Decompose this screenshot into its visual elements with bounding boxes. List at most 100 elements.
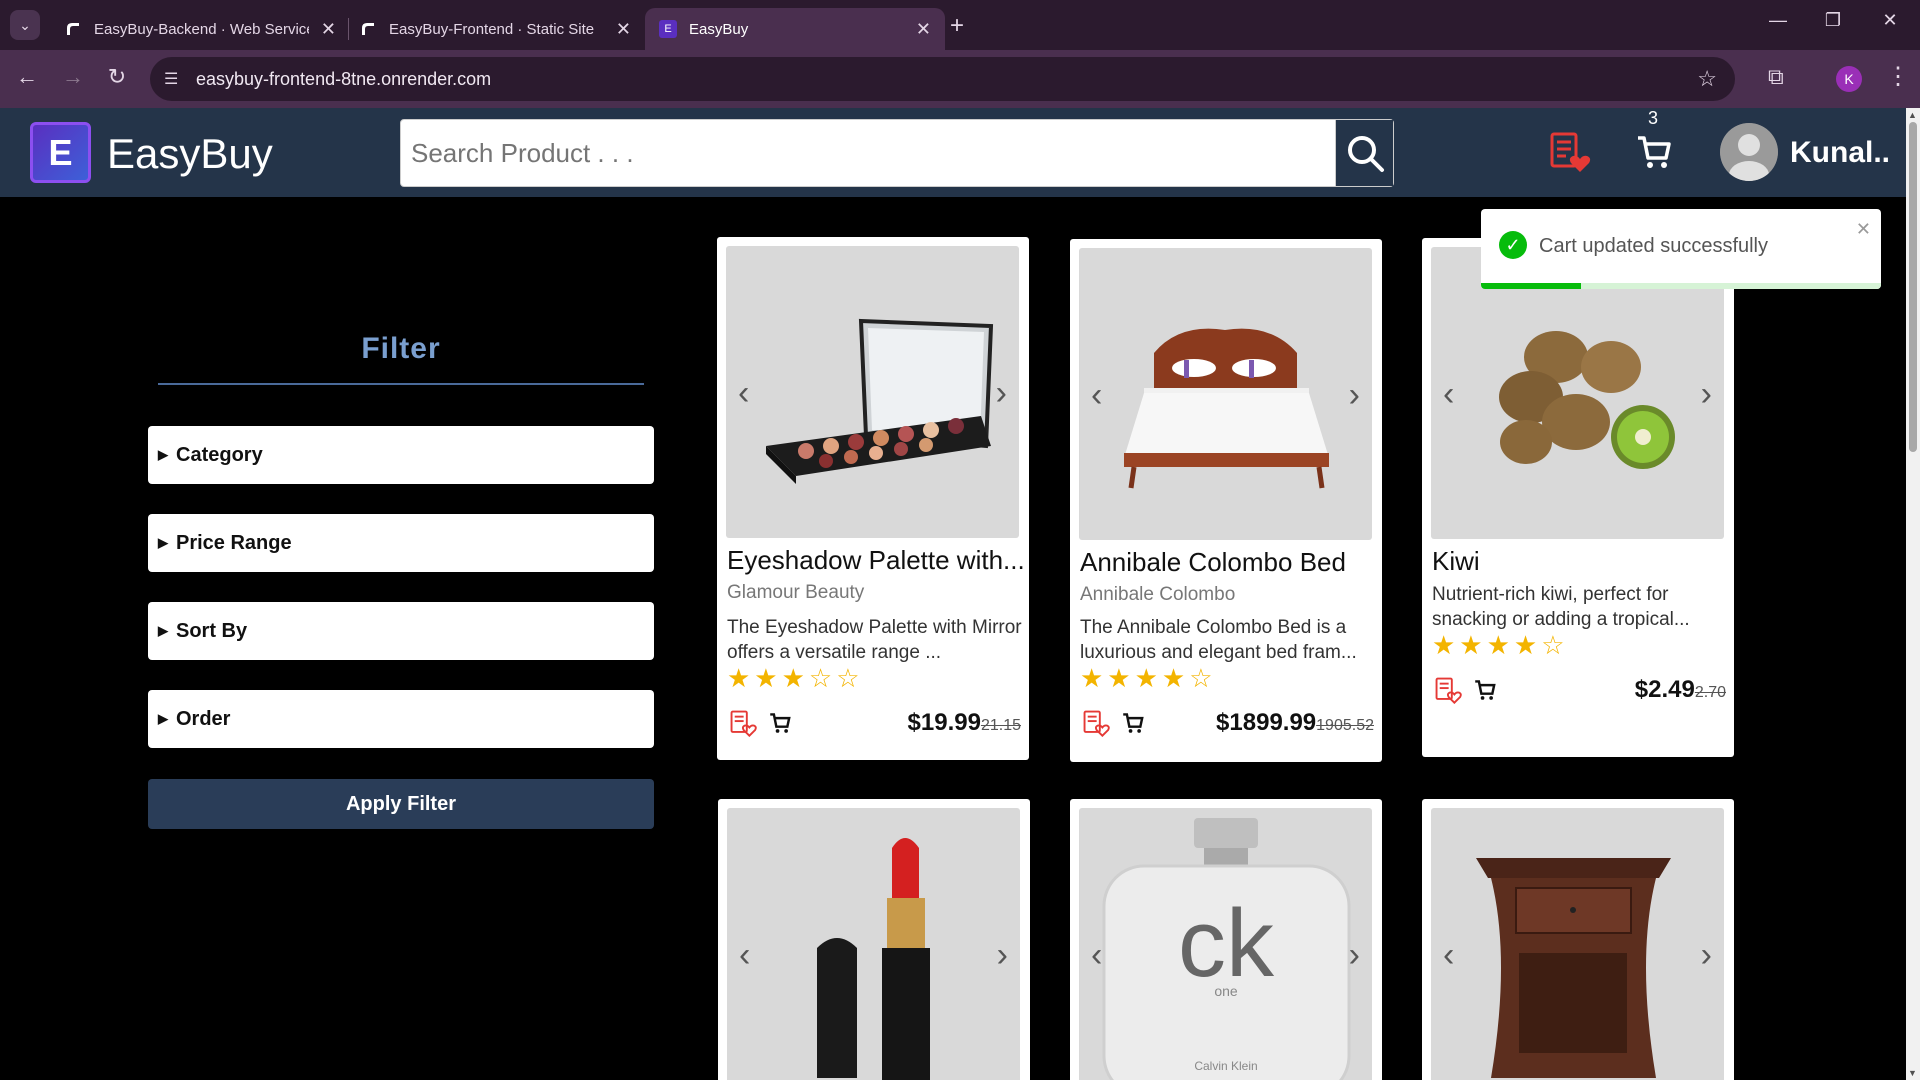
render-favicon-icon bbox=[359, 20, 377, 38]
product-card[interactable]: ‹ › Annibale Colombo Bed Annibale Colomb… bbox=[1070, 239, 1382, 762]
toast-progress-bar bbox=[1481, 283, 1581, 289]
original-price: 1905.52 bbox=[1316, 717, 1374, 734]
restore-icon[interactable]: ❐ bbox=[1813, 10, 1853, 31]
tab-title: EasyBuy-Backend · Web Service bbox=[94, 20, 309, 38]
apply-filter-button[interactable]: Apply Filter bbox=[148, 779, 654, 829]
tab-search-chevron-icon[interactable]: ⌄ bbox=[10, 10, 40, 40]
product-card[interactable]: ‹ › bbox=[1422, 799, 1734, 1080]
carousel-next-icon[interactable]: › bbox=[997, 936, 1008, 975]
close-window-icon[interactable]: ✕ bbox=[1870, 10, 1910, 31]
bookmark-star-icon[interactable]: ☆ bbox=[1697, 66, 1717, 92]
close-tab-icon[interactable]: ✕ bbox=[321, 19, 336, 40]
search-bar bbox=[400, 119, 1394, 187]
search-input[interactable] bbox=[411, 120, 1331, 186]
carousel-next-icon[interactable]: › bbox=[996, 374, 1007, 413]
rating-stars: ★★★★☆ bbox=[1080, 663, 1217, 693]
product-image-eyeshadow: ‹ › bbox=[726, 246, 1019, 538]
carousel-next-icon[interactable]: › bbox=[1349, 376, 1360, 415]
close-tab-icon[interactable]: ✕ bbox=[916, 19, 931, 40]
filter-title: Filter bbox=[361, 332, 441, 365]
address-bar[interactable]: ☰ easybuy-frontend-8tne.onrender.com ☆ bbox=[150, 57, 1735, 101]
toast-notification: ✓ Cart updated successfully ✕ bbox=[1481, 209, 1881, 289]
scroll-up-icon[interactable]: ▲ bbox=[1908, 110, 1917, 120]
add-to-cart-icon[interactable] bbox=[769, 712, 791, 739]
tab-title: EasyBuy bbox=[689, 20, 749, 38]
toast-close-icon[interactable]: ✕ bbox=[1856, 219, 1871, 240]
toast-progress-track bbox=[1481, 283, 1881, 289]
browser-tab-backend[interactable]: EasyBuy-Backend · Web Service ✕ bbox=[50, 8, 350, 50]
product-card[interactable]: ck one Calvin Klein ‹ › bbox=[1070, 799, 1382, 1080]
add-to-cart-icon[interactable] bbox=[1474, 679, 1496, 706]
carousel-prev-icon[interactable]: ‹ bbox=[1091, 936, 1102, 975]
page-scrollbar[interactable]: ▲ ▼ bbox=[1906, 108, 1920, 1080]
product-card[interactable]: ‹ › Kiwi Nutrient-rich kiwi, perfect for… bbox=[1422, 238, 1734, 757]
product-name[interactable]: Eyeshadow Palette with... bbox=[727, 545, 1025, 576]
rating-stars: ★★★★☆ bbox=[1432, 630, 1569, 660]
cart-icon[interactable] bbox=[1636, 134, 1672, 175]
browser-toolbar: ← → ↻ ☰ easybuy-frontend-8tne.onrender.c… bbox=[0, 50, 1920, 108]
tab-title: EasyBuy-Frontend · Static Site bbox=[389, 20, 595, 38]
new-tab-plus-icon[interactable]: + bbox=[950, 12, 964, 40]
carousel-next-icon[interactable]: › bbox=[1701, 375, 1712, 414]
current-price: $19.99 bbox=[907, 709, 981, 736]
current-price: $1899.99 bbox=[1216, 709, 1317, 736]
product-price: $19.9921.15 bbox=[908, 709, 1021, 737]
product-description: Nutrient-rich kiwi, perfect for snacking… bbox=[1432, 584, 1690, 630]
current-price: $2.49 bbox=[1634, 676, 1695, 703]
filter-label: Sort By bbox=[176, 619, 248, 642]
search-button[interactable] bbox=[1335, 120, 1393, 186]
browser-tab-frontend[interactable]: EasyBuy-Frontend · Static Site ✕ bbox=[345, 8, 645, 50]
add-to-wishlist-icon[interactable] bbox=[1434, 676, 1462, 709]
carousel-prev-icon[interactable]: ‹ bbox=[1443, 375, 1454, 414]
product-description: The Eyeshadow Palette with Mirror offers… bbox=[727, 617, 1022, 663]
carousel-next-icon[interactable]: › bbox=[1349, 936, 1360, 975]
site-settings-icon[interactable]: ☰ bbox=[164, 69, 178, 89]
add-to-wishlist-icon[interactable] bbox=[729, 709, 757, 742]
minimize-icon[interactable]: — bbox=[1758, 10, 1798, 31]
scrollbar-thumb[interactable] bbox=[1909, 122, 1917, 452]
product-description: The Annibale Colombo Bed is a luxurious … bbox=[1080, 617, 1357, 663]
add-to-cart-icon[interactable] bbox=[1122, 712, 1144, 739]
product-card[interactable]: ‹ › bbox=[718, 799, 1030, 1080]
product-name[interactable]: Annibale Colombo Bed bbox=[1080, 547, 1346, 578]
product-image-nightstand: ‹ › bbox=[1431, 808, 1724, 1080]
product-image-kiwi: ‹ › bbox=[1431, 247, 1724, 539]
back-arrow-icon[interactable]: ← bbox=[12, 64, 42, 90]
extensions-puzzle-icon[interactable]: ⧉ bbox=[1768, 64, 1784, 90]
carousel-prev-icon[interactable]: ‹ bbox=[1443, 936, 1454, 975]
filter-sort-by[interactable]: ▶ Sort By bbox=[148, 602, 654, 660]
browser-menu-icon[interactable]: ⋮ bbox=[1886, 62, 1910, 91]
wishlist-icon[interactable] bbox=[1548, 130, 1592, 179]
carousel-prev-icon[interactable]: ‹ bbox=[738, 374, 749, 413]
product-brand: Annibale Colombo bbox=[1080, 584, 1236, 605]
product-name[interactable]: Kiwi bbox=[1432, 546, 1480, 577]
filter-price-range[interactable]: ▶ Price Range bbox=[148, 514, 654, 572]
render-favicon-icon bbox=[64, 20, 82, 38]
product-image-lipstick: ‹ › bbox=[727, 808, 1020, 1080]
carousel-prev-icon[interactable]: ‹ bbox=[739, 936, 750, 975]
forward-arrow-icon[interactable]: → bbox=[58, 64, 88, 90]
carousel-next-icon[interactable]: › bbox=[1701, 936, 1712, 975]
reload-icon[interactable]: ↻ bbox=[102, 64, 132, 90]
filter-order[interactable]: ▶ Order bbox=[148, 690, 654, 748]
perfume-logo-text: ck bbox=[1178, 890, 1275, 997]
product-image-bed: ‹ › bbox=[1079, 248, 1372, 540]
user-name[interactable]: Kunal.. bbox=[1790, 136, 1890, 170]
original-price: 2.70 bbox=[1694, 684, 1726, 701]
easybuy-logo[interactable]: E bbox=[30, 122, 91, 183]
cart-count-badge: 3 bbox=[1648, 108, 1659, 128]
user-avatar[interactable] bbox=[1720, 123, 1778, 181]
profile-avatar[interactable]: K bbox=[1836, 66, 1862, 92]
original-price: 21.15 bbox=[980, 717, 1021, 734]
filter-label: Category bbox=[176, 443, 263, 466]
product-card[interactable]: ‹ › Eyeshadow Palette with... Glamour Be… bbox=[717, 237, 1029, 760]
page-viewport: E EasyBuy 3 Kunal.. Filter ▶ Category ▶ … bbox=[0, 108, 1906, 1080]
scroll-down-icon[interactable]: ▼ bbox=[1908, 1068, 1917, 1078]
close-tab-icon[interactable]: ✕ bbox=[616, 19, 631, 40]
carousel-prev-icon[interactable]: ‹ bbox=[1091, 376, 1102, 415]
browser-tab-easybuy[interactable]: E EasyBuy ✕ bbox=[645, 8, 945, 50]
filter-category[interactable]: ▶ Category bbox=[148, 426, 654, 484]
brand-name[interactable]: EasyBuy bbox=[107, 130, 273, 178]
add-to-wishlist-icon[interactable] bbox=[1082, 709, 1110, 742]
expand-caret-icon: ▶ bbox=[158, 447, 168, 462]
